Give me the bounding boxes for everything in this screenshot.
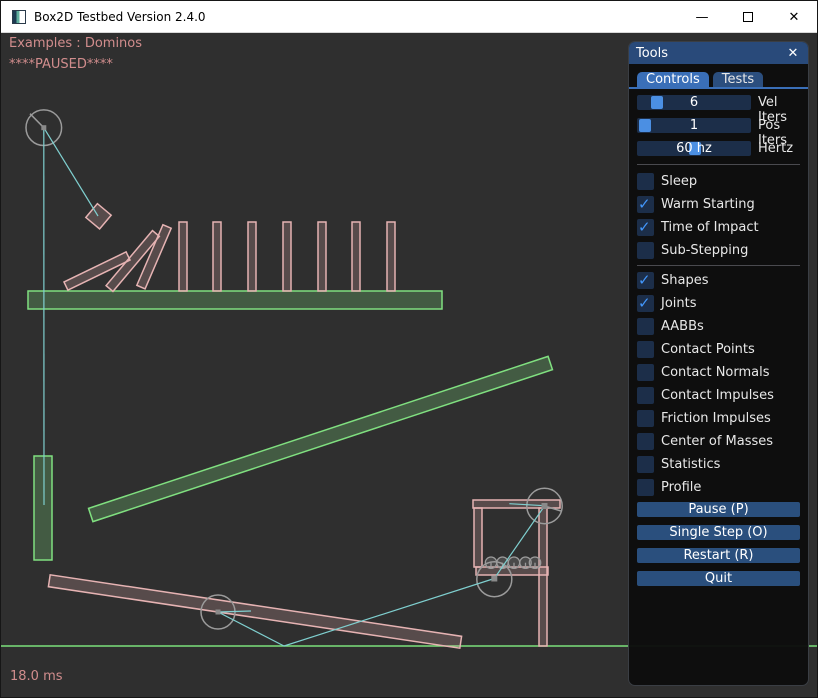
checkbox-label: Center of Masses — [661, 433, 773, 450]
slider-label: Hertz — [758, 141, 793, 156]
close-button[interactable]: ✕ — [771, 1, 817, 33]
example-name-text: Examples : Dominos — [9, 36, 142, 51]
hanging-plank — [34, 456, 52, 560]
tab-underline — [629, 87, 808, 89]
slider-track[interactable]: 1 — [637, 118, 751, 133]
checkbox-row-joints[interactable]: Joints — [637, 295, 800, 312]
slider-value: 60 hz — [637, 141, 751, 156]
os-titlebar: Box2D Testbed Version 2.4.0 — ✕ — [1, 1, 817, 33]
cart-balls — [485, 557, 540, 568]
close-icon: ✕ — [789, 10, 800, 25]
tools-close-button[interactable]: ✕ — [785, 45, 801, 61]
tools-titlebar[interactable]: Tools ✕ — [629, 42, 808, 64]
checkbox-row-statistics[interactable]: Statistics — [637, 456, 800, 473]
pos-iters-slider[interactable]: 1 Pos Iters — [637, 118, 800, 133]
checkbox[interactable] — [637, 318, 654, 335]
checkbox-row-center-of-masses[interactable]: Center of Masses — [637, 433, 800, 450]
checkbox-row-contact-points[interactable]: Contact Points — [637, 341, 800, 358]
checkbox-label: Contact Normals — [661, 364, 770, 381]
checkbox[interactable] — [637, 242, 654, 259]
separator — [637, 164, 800, 165]
window-title: Box2D Testbed Version 2.4.0 — [34, 10, 206, 24]
checkbox-label: AABBs — [661, 318, 704, 335]
paused-status-text: ****PAUSED**** — [9, 57, 113, 72]
hertz-slider[interactable]: 60 hz Hertz — [637, 141, 800, 156]
checkbox-label: Friction Impulses — [661, 410, 771, 427]
checkbox-label: Sleep — [661, 173, 697, 190]
frame-time-text: 18.0 ms — [10, 669, 63, 684]
standing-domino — [352, 222, 360, 291]
standing-domino — [318, 222, 326, 291]
checkbox[interactable] — [637, 219, 654, 236]
seesaw-plank — [48, 575, 461, 648]
checkbox-row-contact-impulses[interactable]: Contact Impulses — [637, 387, 800, 404]
tools-close-icon: ✕ — [788, 46, 799, 61]
checkbox-label: Joints — [661, 295, 697, 312]
tools-panel-title: Tools — [636, 46, 785, 61]
checkbox-label: Contact Points — [661, 341, 755, 358]
single-step-button[interactable]: Single Step (O) — [637, 525, 800, 540]
checkbox[interactable] — [637, 196, 654, 213]
tools-panel: Tools ✕ Controls Tests 6 Vel Iters — [628, 41, 809, 686]
slider-value: 6 — [637, 95, 751, 110]
checkbox-label: Sub-Stepping — [661, 242, 748, 259]
checkbox-row-friction-impulses[interactable]: Friction Impulses — [637, 410, 800, 427]
pendulum-bob — [86, 204, 111, 229]
checkbox-row-aabbs[interactable]: AABBs — [637, 318, 800, 335]
joint-anchors — [41, 125, 547, 614]
checkbox-label: Contact Impulses — [661, 387, 774, 404]
checkbox-row-contact-normals[interactable]: Contact Normals — [637, 364, 800, 381]
quit-button[interactable]: Quit — [637, 571, 800, 586]
angled-plank — [89, 356, 553, 521]
standing-domino — [283, 222, 291, 291]
checkbox[interactable] — [637, 364, 654, 381]
standing-domino — [213, 222, 221, 291]
checkbox-row-profile[interactable]: Profile — [637, 479, 800, 496]
tab-controls[interactable]: Controls — [637, 72, 709, 87]
checkbox[interactable] — [637, 341, 654, 358]
slider-value: 1 — [637, 118, 751, 133]
checkbox[interactable] — [637, 410, 654, 427]
slider-track[interactable]: 6 — [637, 95, 751, 110]
maximize-icon — [743, 12, 753, 22]
pause-button[interactable]: Pause (P) — [637, 502, 800, 517]
vel-iters-slider[interactable]: 6 Vel Iters — [637, 95, 800, 110]
checkbox[interactable] — [637, 272, 654, 289]
checkbox[interactable] — [637, 173, 654, 190]
app-icon — [12, 10, 26, 24]
checkbox[interactable] — [637, 479, 654, 496]
checkbox-label: Warm Starting — [661, 196, 755, 213]
slider-track[interactable]: 60 hz — [637, 141, 751, 156]
checkbox-label: Statistics — [661, 456, 720, 473]
standing-domino — [248, 222, 256, 291]
standing-domino — [179, 222, 187, 291]
checkbox-row-sub-stepping[interactable]: Sub-Stepping — [637, 242, 800, 259]
minimize-button[interactable]: — — [679, 1, 725, 33]
minimize-icon: — — [696, 10, 709, 25]
separator — [637, 265, 800, 266]
checkbox-row-shapes[interactable]: Shapes — [637, 272, 800, 289]
checkbox-row-sleep[interactable]: Sleep — [637, 173, 800, 190]
checkbox-row-time-of-impact[interactable]: Time of Impact — [637, 219, 800, 236]
cart-right-post — [539, 508, 547, 646]
restart-button[interactable]: Restart (R) — [637, 548, 800, 563]
tab-tests[interactable]: Tests — [713, 72, 763, 87]
checkbox-row-warm-starting[interactable]: Warm Starting — [637, 196, 800, 213]
checkbox[interactable] — [637, 456, 654, 473]
tools-tabbar: Controls Tests — [637, 72, 800, 87]
checkbox[interactable] — [637, 433, 654, 450]
app-window: Box2D Testbed Version 2.4.0 — ✕ — [0, 0, 818, 698]
standing-domino — [387, 222, 395, 291]
checkbox-label: Time of Impact — [661, 219, 759, 236]
domino-shelf — [28, 291, 442, 309]
checkbox-label: Profile — [661, 479, 701, 496]
checkbox[interactable] — [637, 387, 654, 404]
cart-left-post — [474, 508, 482, 567]
maximize-button[interactable] — [725, 1, 771, 33]
checkbox-label: Shapes — [661, 272, 708, 289]
checkbox[interactable] — [637, 295, 654, 312]
